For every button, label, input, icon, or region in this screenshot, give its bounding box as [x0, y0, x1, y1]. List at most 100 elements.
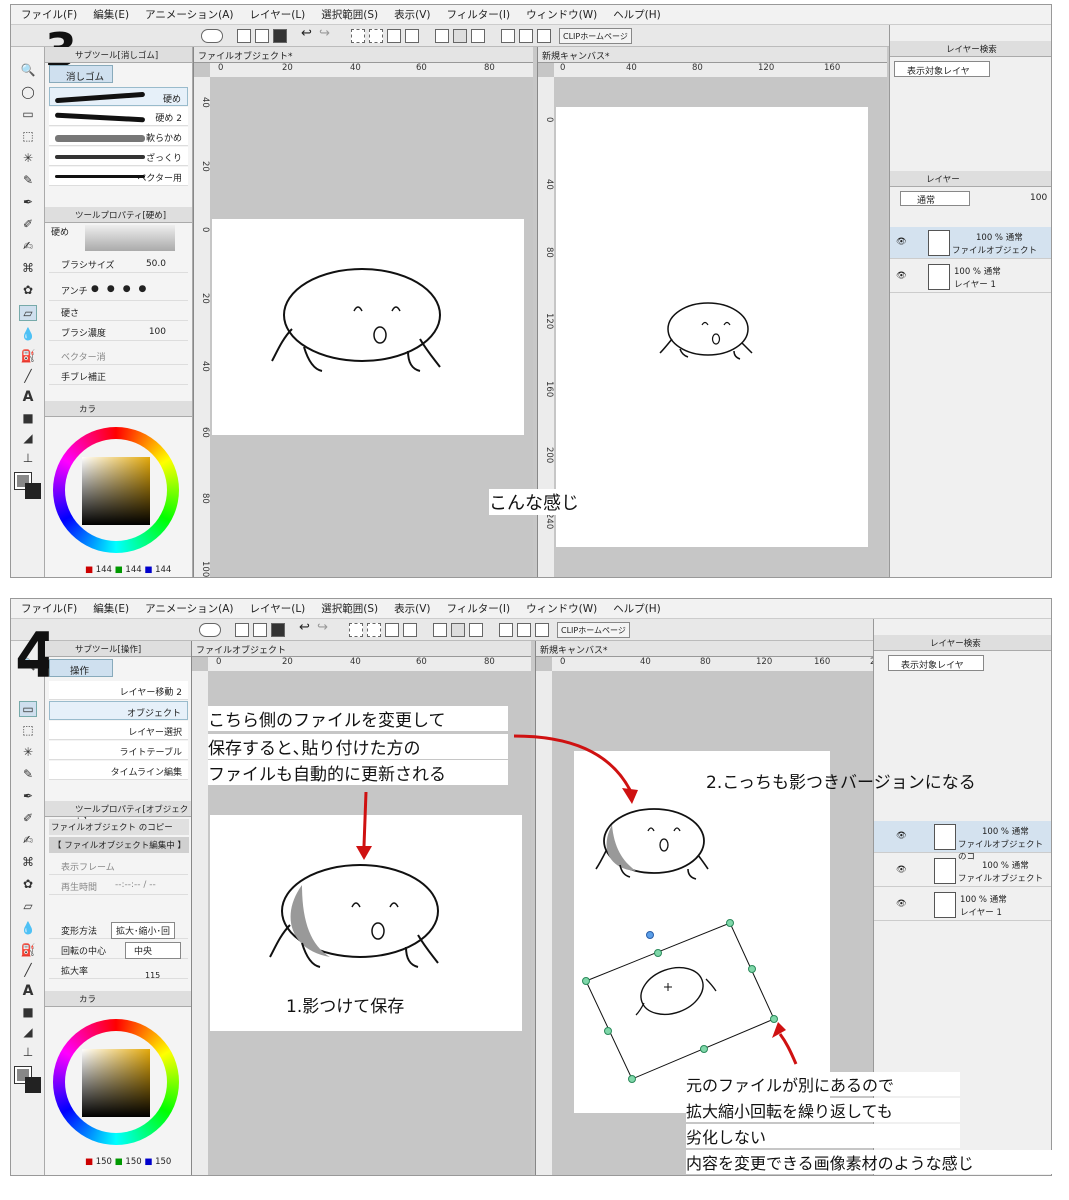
- balloon-icon[interactable]: ◢: [19, 1025, 37, 1041]
- blend-mode-select[interactable]: 通常: [900, 191, 970, 206]
- menu-filter[interactable]: フィルター(I): [447, 7, 511, 22]
- zoom-icon[interactable]: 🔍: [19, 63, 37, 79]
- blend-icon[interactable]: 💧: [19, 921, 37, 937]
- airbrush-icon[interactable]: ⌘: [19, 855, 37, 871]
- menu-layer[interactable]: レイヤー(L): [250, 601, 306, 616]
- scale-value[interactable]: 115: [145, 971, 160, 980]
- line-icon[interactable]: ╱: [19, 963, 37, 979]
- search-target-select[interactable]: 表示対象レイヤ: [894, 61, 990, 77]
- undo-icon[interactable]: ↩: [299, 620, 313, 635]
- object-icon[interactable]: ▭: [19, 701, 37, 717]
- marquee-icon[interactable]: ⬚: [19, 723, 37, 739]
- menu-help[interactable]: ヘルプ(H): [613, 7, 661, 22]
- fill-icon[interactable]: [387, 29, 401, 43]
- invert-icon[interactable]: [453, 29, 467, 43]
- auto-select-icon[interactable]: ✳: [19, 151, 37, 167]
- blend-icon[interactable]: 💧: [19, 327, 37, 343]
- transform-handle[interactable]: [726, 919, 734, 927]
- pencil-icon[interactable]: ✐: [19, 811, 37, 827]
- menu-animation[interactable]: アニメーション(A): [145, 601, 233, 616]
- clip-studio-icon[interactable]: [199, 623, 221, 637]
- save-icon[interactable]: [273, 29, 287, 43]
- layer-search-tab[interactable]: レイヤー検索: [890, 41, 1051, 57]
- menu-view[interactable]: 表示(V): [394, 601, 430, 616]
- snap-icon[interactable]: [519, 29, 533, 43]
- frame-tool-icon[interactable]: ■: [19, 411, 37, 427]
- transform-method-select[interactable]: 拡大･縮小･回: [111, 922, 176, 939]
- op-timeline-edit[interactable]: タイムライン編集: [49, 761, 188, 780]
- clip-studio-icon[interactable]: [201, 29, 223, 43]
- transform-icon[interactable]: [349, 623, 363, 637]
- opacity-value[interactable]: 100: [1030, 193, 1047, 203]
- grid-snap-icon[interactable]: [537, 29, 551, 43]
- rotate-handle[interactable]: [646, 931, 654, 939]
- sub-color-swatch[interactable]: [25, 1077, 41, 1093]
- op-light-table[interactable]: ライトテーブル: [49, 741, 188, 760]
- eyedropper-icon[interactable]: ✎: [19, 767, 37, 783]
- eye-icon[interactable]: 👁: [896, 271, 907, 281]
- layer-row[interactable]: 👁 100 % 通常 レイヤー 1: [874, 889, 1051, 921]
- redo-icon[interactable]: ↪: [317, 620, 331, 635]
- canvas-tab-new-canvas[interactable]: 新規キャンバス*: [536, 641, 873, 657]
- eraser-icon[interactable]: ▱: [19, 899, 37, 915]
- invert-icon[interactable]: [451, 623, 465, 637]
- menu-edit[interactable]: 編集(E): [93, 7, 129, 22]
- eye-icon[interactable]: 👁: [896, 865, 907, 875]
- menu-selection[interactable]: 選択範囲(S): [321, 601, 378, 616]
- sub-color-swatch[interactable]: [25, 483, 41, 499]
- menu-edit[interactable]: 編集(E): [93, 601, 129, 616]
- object-icon[interactable]: ▭: [19, 107, 37, 123]
- snap-icon[interactable]: [517, 623, 531, 637]
- menu-file[interactable]: ファイル(F): [21, 601, 77, 616]
- eye-icon[interactable]: 👁: [896, 899, 907, 909]
- density-value[interactable]: 100: [149, 327, 166, 337]
- grid-snap-icon[interactable]: [535, 623, 549, 637]
- menu-layer[interactable]: レイヤー(L): [250, 7, 306, 22]
- lasso-icon[interactable]: ◯: [19, 85, 37, 101]
- active-tool-button[interactable]: 操作: [49, 659, 113, 677]
- canvas-tab-file-object[interactable]: ファイルオブジェクト: [192, 641, 531, 657]
- eyedropper-icon[interactable]: ✎: [19, 173, 37, 189]
- balloon-icon[interactable]: ◢: [19, 431, 37, 447]
- op-layer-move[interactable]: レイヤー移動 2: [49, 681, 188, 700]
- brush-icon[interactable]: ✍: [19, 239, 37, 255]
- clip-homepage-button[interactable]: CLIPホームページ: [557, 622, 630, 638]
- canvas-tab-new-canvas[interactable]: 新規キャンバス*: [538, 47, 887, 63]
- redo-icon[interactable]: ↪: [319, 26, 333, 41]
- frame-icon[interactable]: [469, 623, 483, 637]
- transform-handle[interactable]: [700, 1045, 708, 1053]
- clear-icon[interactable]: [403, 623, 417, 637]
- text-icon[interactable]: A: [19, 389, 37, 405]
- fill-icon[interactable]: [385, 623, 399, 637]
- ruler-snap-icon[interactable]: [501, 29, 515, 43]
- decoration-icon[interactable]: ✿: [19, 283, 37, 299]
- search-target-select[interactable]: 表示対象レイヤ: [888, 655, 984, 671]
- transform-handle[interactable]: [582, 977, 590, 985]
- layer-row[interactable]: 👁 100 % 通常 ファイルオブジェクト: [890, 227, 1051, 259]
- transform-handle[interactable]: [604, 1027, 612, 1035]
- line-icon[interactable]: ╱: [19, 369, 37, 385]
- layer-row[interactable]: 👁 100 % 通常 ファイルオブジェクト のコ: [874, 821, 1051, 862]
- layer-search-tab[interactable]: レイヤー検索: [874, 635, 1051, 651]
- menu-view[interactable]: 表示(V): [394, 7, 430, 22]
- new-file-icon[interactable]: [235, 623, 249, 637]
- layer-tab[interactable]: レイヤー: [890, 171, 1051, 187]
- auto-select-icon[interactable]: ✳: [19, 745, 37, 761]
- pen-icon[interactable]: ✒: [19, 195, 37, 211]
- transform-handle[interactable]: [770, 1015, 778, 1023]
- color-square[interactable]: [82, 457, 150, 525]
- save-icon[interactable]: [271, 623, 285, 637]
- fill-bucket-icon[interactable]: ⛽: [19, 349, 37, 365]
- open-icon[interactable]: [253, 623, 267, 637]
- op-layer-select[interactable]: レイヤー選択: [49, 721, 188, 740]
- frame-tool-icon[interactable]: ■: [19, 1005, 37, 1021]
- open-icon[interactable]: [255, 29, 269, 43]
- eye-icon[interactable]: 👁: [896, 237, 907, 247]
- layer-row[interactable]: 👁 100 % 通常 レイヤー 1: [890, 261, 1051, 293]
- new-file-icon[interactable]: [237, 29, 251, 43]
- transform-handle[interactable]: [654, 949, 662, 957]
- selection-clear-icon[interactable]: [433, 623, 447, 637]
- decoration-icon[interactable]: ✿: [19, 877, 37, 893]
- eraser-icon[interactable]: ▱: [19, 305, 37, 321]
- menu-file[interactable]: ファイル(F): [21, 7, 77, 22]
